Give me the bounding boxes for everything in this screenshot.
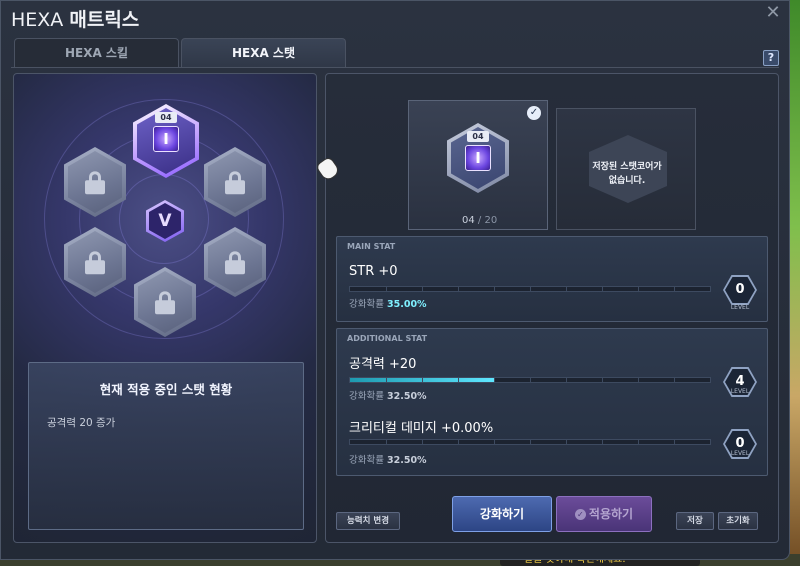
window-title: HEXA 매트릭스 — [11, 5, 139, 32]
progress-segment-divider — [674, 287, 675, 291]
level-current: 04 — [462, 215, 475, 226]
check-icon: ✓ — [527, 106, 541, 120]
additional-stat-rate: 강화확률 32.50% — [349, 452, 427, 466]
empty-slot-line1: 저장된 스탯코어가 — [592, 162, 662, 172]
additional-stat-rate-value: 32.50% — [387, 391, 427, 402]
main-stat-level: 0 — [725, 277, 755, 303]
progress-segment-divider — [602, 440, 603, 444]
progress-segment-divider — [458, 440, 459, 444]
tab-hexa-skill[interactable]: HEXA 스킬 — [14, 38, 179, 68]
progress-segment-divider — [494, 378, 495, 382]
core-level-tag: 04 — [155, 112, 177, 123]
tab-divider — [11, 67, 779, 68]
hexa-matrix-window: HEXA 매트릭스 ✕ ? HEXA 스킬 HEXA 스탯 04 I V 현재 … — [0, 0, 790, 560]
enhance-button[interactable]: 강화하기 — [452, 496, 552, 532]
main-stat-level-badge: 0 — [723, 275, 757, 305]
progress-segment-divider — [638, 287, 639, 291]
additional-stat-rate-value: 32.50% — [387, 455, 427, 466]
apply-button[interactable]: ✓ 적용하기 — [556, 496, 652, 532]
check-circle-icon: ✓ — [574, 509, 586, 520]
empty-slot-line2: 없습니다. — [608, 176, 646, 186]
progress-segment-divider — [386, 378, 387, 382]
stat-core-icon: I — [153, 126, 179, 152]
progress-segment-divider — [638, 378, 639, 382]
empty-slot-message: 저장된 스탯코어가 없습니다. — [557, 160, 697, 188]
current-core-slot[interactable]: ✓ 04 I — [408, 100, 548, 230]
additional-stat-progress-bar — [349, 377, 711, 383]
reset-button[interactable]: 초기화 — [718, 512, 758, 530]
main-stat-progress-bar — [349, 286, 711, 292]
help-button[interactable]: ? — [763, 50, 779, 66]
additional-stat-level-word: LEVEL — [730, 388, 750, 395]
window-title-main: 매트릭스 — [69, 9, 140, 31]
main-stat-name: STR +0 — [349, 264, 398, 279]
progress-segment-divider — [422, 440, 423, 444]
main-stat-label: MAIN STAT — [347, 242, 396, 251]
stat-detail-panel: ✓ 04 I 04 / 20 저장된 스탯코어가 없습니다. MAIN STAT… — [325, 73, 779, 543]
progress-segment-divider — [638, 440, 639, 444]
progress-segment-divider — [422, 378, 423, 382]
close-button[interactable]: ✕ — [763, 3, 783, 23]
progress-segment-divider — [566, 378, 567, 382]
status-text: 공격력 20 증가 — [47, 417, 116, 429]
core-level-tag: 04 — [467, 131, 489, 142]
core-level-readout: 04 / 20 — [462, 215, 497, 226]
matrix-panel: 04 I V 현재 적용 중인 스탯 현황 공격력 20 증가 — [13, 73, 317, 543]
progress-segment-divider — [674, 378, 675, 382]
additional-stat-level-word: LEVEL — [730, 450, 750, 457]
progress-segment-divider — [458, 287, 459, 291]
level-max: 20 — [484, 215, 498, 226]
additional-stat-name: 공격력 +20 — [349, 357, 417, 372]
main-stat-box: MAIN STAT STR +0 강화확률 35.00% 0 LEVEL — [336, 236, 768, 322]
main-stat-level-word: LEVEL — [730, 304, 750, 311]
status-title: 현재 적용 중인 스탯 현황 — [99, 382, 233, 397]
progress-segment-divider — [494, 287, 495, 291]
progress-segment-divider — [530, 440, 531, 444]
progress-segment-divider — [602, 287, 603, 291]
saved-core-slot[interactable]: 저장된 스탯코어가 없습니다. — [556, 108, 696, 230]
lock-icon — [85, 251, 105, 275]
lock-icon — [155, 291, 175, 315]
progress-segment-divider — [458, 378, 459, 382]
additional-stat-rate: 강화확률 32.50% — [349, 388, 427, 402]
progress-segment-divider — [530, 287, 531, 291]
applied-stat-status-box: 현재 적용 중인 스탯 현황 공격력 20 증가 — [28, 362, 304, 530]
progress-segment-divider — [386, 287, 387, 291]
main-stat-rate: 강화확률 35.00% — [349, 296, 427, 310]
lock-icon — [225, 171, 245, 195]
window-title-prefix: HEXA — [11, 9, 64, 31]
additional-stat-label: ADDITIONAL STAT — [347, 334, 428, 343]
progress-segment-divider — [566, 287, 567, 291]
progress-segment-divider — [566, 440, 567, 444]
additional-stat-name: 크리티컬 데미지 +0.00% — [349, 421, 494, 436]
apply-button-label: 적용하기 — [588, 507, 634, 521]
tab-hexa-stat[interactable]: HEXA 스탯 — [181, 38, 346, 68]
additional-stat-box: ADDITIONAL STAT 공격력 +20 강화확률 32.50% 4 LE… — [336, 328, 768, 476]
stat-core-icon: I — [465, 145, 491, 171]
additional-stat-progress-bar — [349, 439, 711, 445]
lock-icon — [85, 171, 105, 195]
additional-stat-rate-label: 강화확률 — [349, 391, 384, 402]
stat-change-button[interactable]: 능력치 변경 — [336, 512, 400, 530]
lock-icon — [225, 251, 245, 275]
progress-segment-divider — [602, 378, 603, 382]
progress-segment-divider — [422, 287, 423, 291]
main-stat-rate-label: 강화확률 — [349, 299, 384, 310]
center-v-symbol: V — [149, 203, 181, 239]
main-stat-rate-value: 35.00% — [387, 299, 427, 310]
progress-segment-divider — [494, 440, 495, 444]
level-separator: / — [477, 215, 482, 226]
progress-segment-divider — [674, 440, 675, 444]
progress-segment-divider — [530, 378, 531, 382]
additional-stat-rate-label: 강화확률 — [349, 455, 384, 466]
progress-segment-divider — [386, 440, 387, 444]
save-button[interactable]: 저장 — [676, 512, 714, 530]
